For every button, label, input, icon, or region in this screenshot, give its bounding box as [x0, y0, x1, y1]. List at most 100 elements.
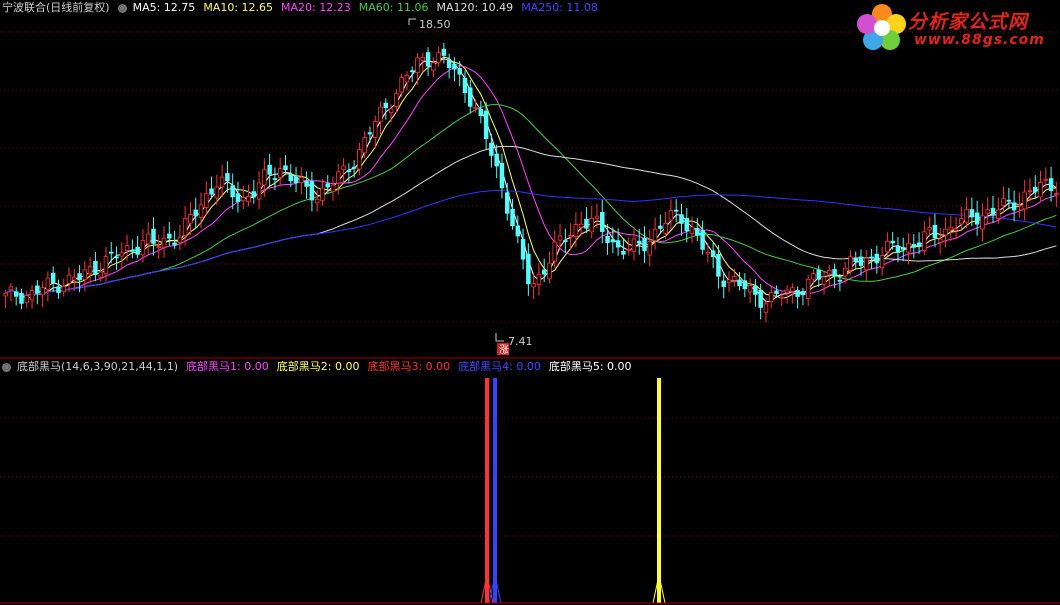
candle[interactable]	[937, 227, 943, 255]
candle[interactable]	[504, 182, 510, 221]
candle[interactable]	[452, 57, 457, 82]
candle[interactable]	[35, 280, 40, 305]
candle[interactable]	[547, 251, 552, 284]
candle[interactable]	[93, 252, 98, 282]
candle[interactable]	[230, 173, 235, 210]
candle[interactable]	[114, 246, 119, 270]
candle[interactable]	[219, 164, 225, 197]
candle[interactable]	[1017, 192, 1022, 218]
candle[interactable]	[985, 197, 990, 225]
candle[interactable]	[642, 226, 647, 264]
candle[interactable]	[198, 192, 204, 229]
candle[interactable]	[1022, 179, 1027, 221]
candle[interactable]	[795, 286, 800, 309]
candle[interactable]	[193, 197, 198, 229]
candle[interactable]	[948, 215, 954, 242]
candle[interactable]	[61, 278, 66, 297]
candle[interactable]	[66, 267, 72, 292]
candle[interactable]	[710, 241, 716, 268]
candle[interactable]	[409, 66, 415, 83]
candle[interactable]	[478, 100, 484, 124]
kline-chart[interactable]: 18.50 7.41 涨	[0, 0, 1060, 605]
candle[interactable]	[536, 263, 542, 296]
candle[interactable]	[1032, 175, 1038, 199]
candle[interactable]	[177, 224, 183, 250]
candle[interactable]	[568, 223, 573, 250]
candle[interactable]	[890, 231, 895, 250]
candle[interactable]	[277, 157, 283, 187]
candle[interactable]	[145, 222, 151, 255]
candle[interactable]	[378, 101, 383, 135]
candle[interactable]	[299, 167, 304, 195]
candle[interactable]	[240, 185, 246, 210]
candle[interactable]	[499, 153, 505, 199]
settings-circle-icon[interactable]: ◌	[117, 3, 127, 13]
candle[interactable]	[689, 216, 695, 243]
candle[interactable]	[399, 73, 404, 97]
candlesticks[interactable]	[3, 42, 1059, 323]
candle[interactable]	[584, 206, 589, 233]
candle[interactable]	[805, 275, 811, 306]
indicator-settings-icon[interactable]: ◌	[2, 362, 11, 372]
candle[interactable]	[943, 217, 948, 248]
candle[interactable]	[869, 248, 874, 270]
candle[interactable]	[821, 271, 827, 295]
candle[interactable]	[8, 282, 14, 302]
candle[interactable]	[45, 271, 51, 302]
candle[interactable]	[1038, 170, 1043, 203]
candle[interactable]	[621, 239, 626, 260]
candle[interactable]	[747, 278, 753, 304]
candle[interactable]	[695, 218, 700, 242]
candle[interactable]	[864, 250, 869, 282]
candle[interactable]	[911, 234, 917, 259]
candle[interactable]	[29, 285, 35, 309]
candle[interactable]	[431, 57, 436, 77]
candle[interactable]	[964, 197, 969, 229]
candle[interactable]	[13, 287, 19, 306]
candle[interactable]	[293, 166, 299, 193]
candle[interactable]	[341, 158, 346, 183]
candle[interactable]	[283, 155, 288, 175]
candle[interactable]	[156, 234, 162, 259]
candle[interactable]	[816, 265, 822, 287]
candle[interactable]	[784, 285, 790, 304]
candle[interactable]	[304, 171, 309, 199]
candle[interactable]	[874, 245, 880, 274]
candle[interactable]	[753, 279, 758, 307]
candle[interactable]	[1001, 186, 1006, 212]
candle[interactable]	[309, 171, 315, 212]
candle[interactable]	[610, 227, 616, 254]
candle[interactable]	[251, 179, 257, 204]
candle[interactable]	[526, 243, 531, 296]
candle[interactable]	[404, 71, 410, 91]
candle[interactable]	[87, 257, 93, 284]
candle[interactable]	[996, 197, 1001, 225]
stock-title[interactable]: 宁波联合(日线前复权)	[2, 0, 110, 16]
candle[interactable]	[108, 242, 114, 264]
candle[interactable]	[489, 133, 494, 168]
candle[interactable]	[858, 249, 864, 276]
candle[interactable]	[563, 228, 568, 254]
candle[interactable]	[420, 52, 426, 73]
candle[interactable]	[209, 176, 214, 199]
candle[interactable]	[673, 199, 679, 223]
candle[interactable]	[974, 200, 980, 236]
candle[interactable]	[768, 286, 774, 309]
candle[interactable]	[726, 271, 732, 293]
candle[interactable]	[721, 272, 726, 299]
candle[interactable]	[900, 237, 906, 262]
candle[interactable]	[980, 203, 985, 242]
candle[interactable]	[652, 217, 658, 250]
candle[interactable]	[436, 46, 441, 67]
candle[interactable]	[705, 242, 711, 263]
candle[interactable]	[204, 181, 209, 216]
candle[interactable]	[885, 232, 890, 257]
candle[interactable]	[800, 287, 806, 306]
candle[interactable]	[932, 214, 938, 248]
candle[interactable]	[288, 164, 294, 187]
candle[interactable]	[40, 281, 45, 308]
candle[interactable]	[188, 202, 193, 236]
candle[interactable]	[879, 246, 885, 276]
candle[interactable]	[425, 47, 431, 77]
candle[interactable]	[626, 237, 631, 256]
